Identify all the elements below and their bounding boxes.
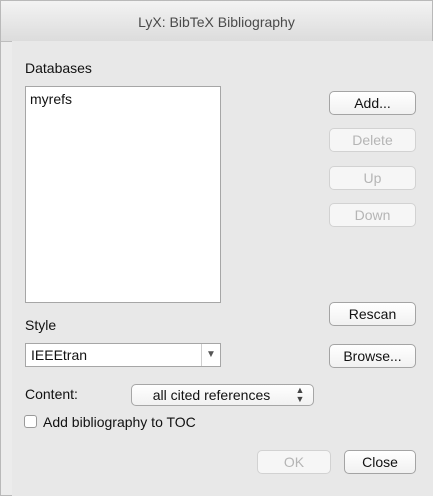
- style-value: IEEEtran: [31, 347, 88, 363]
- toc-checkbox-label[interactable]: Add bibliography to TOC: [43, 414, 196, 430]
- databases-list[interactable]: myrefs: [25, 86, 221, 303]
- up-down-arrows-icon: ▲ ▼: [295, 385, 305, 404]
- title-bar[interactable]: LyX: BibTeX Bibliography: [1, 1, 432, 42]
- up-button[interactable]: Up: [329, 166, 416, 190]
- toc-checkbox[interactable]: [24, 415, 37, 428]
- databases-label: Databases: [25, 60, 92, 76]
- content-select[interactable]: all cited references ▲ ▼: [131, 384, 314, 406]
- dialog-window: LyX: BibTeX Bibliography Databases myref…: [0, 0, 433, 496]
- style-label: Style: [25, 317, 57, 333]
- list-item[interactable]: myrefs: [30, 91, 72, 107]
- close-button[interactable]: Close: [344, 450, 416, 474]
- style-combobox[interactable]: IEEEtran ▼: [25, 343, 221, 367]
- add-button[interactable]: Add...: [329, 91, 416, 115]
- content-label: Content:: [25, 386, 78, 402]
- browse-button[interactable]: Browse...: [329, 344, 416, 368]
- delete-button[interactable]: Delete: [329, 128, 416, 152]
- content-selected-value: all cited references: [152, 387, 271, 403]
- chevron-down-icon[interactable]: ▼: [201, 344, 220, 366]
- window-title: LyX: BibTeX Bibliography: [138, 14, 295, 30]
- ok-button[interactable]: OK: [257, 450, 331, 474]
- rescan-button[interactable]: Rescan: [329, 302, 416, 326]
- down-button[interactable]: Down: [329, 203, 416, 227]
